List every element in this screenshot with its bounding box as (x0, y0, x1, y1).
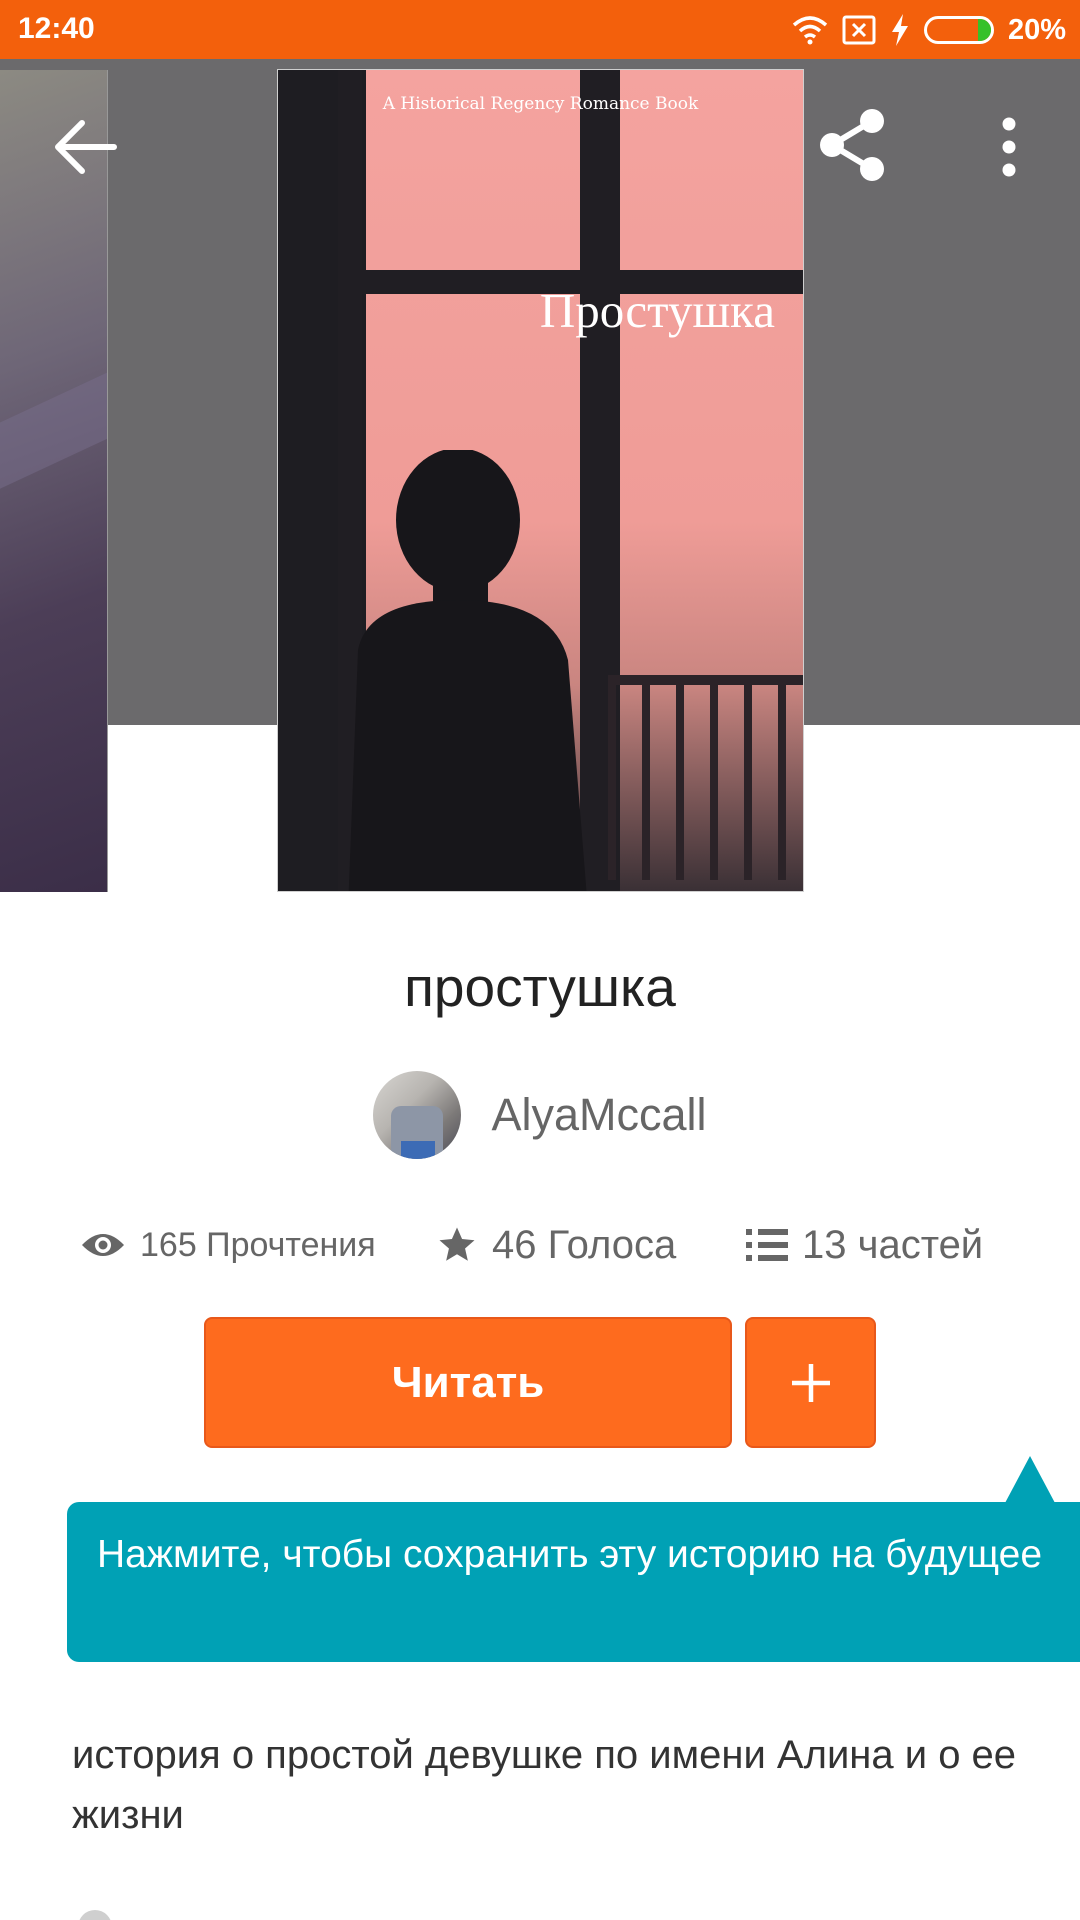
back-arrow-icon[interactable] (50, 112, 120, 182)
cover-title: Простушка (539, 283, 775, 338)
no-sim-icon (842, 15, 876, 45)
plus-icon (791, 1363, 830, 1402)
battery-percent: 20% (1007, 13, 1066, 46)
cover-tagline: A Historical Regency Romance Book (382, 94, 699, 114)
previous-story-cover[interactable] (0, 70, 108, 892)
story-cover[interactable]: A Historical Regency Romance Book Просту… (277, 69, 804, 892)
author-avatar[interactable] (373, 1071, 462, 1159)
add-to-library-button[interactable] (745, 1317, 876, 1448)
avatar-figure (401, 1141, 436, 1159)
battery-icon (923, 16, 994, 44)
author-row[interactable]: AlyaMccall (0, 1070, 1080, 1160)
votes-stat: 46 Голоса (436, 1210, 676, 1280)
tooltip-pointer (1005, 1456, 1055, 1503)
status-bar: 12:40 20% (0, 0, 1080, 59)
save-story-tooltip[interactable]: Нажмите, чтобы сохранить эту историю на … (67, 1502, 1080, 1662)
charging-icon (891, 14, 908, 46)
parts-count: 13 частей (802, 1222, 984, 1267)
share-icon[interactable] (812, 105, 892, 185)
cover-decoration (0, 366, 107, 494)
list-icon (746, 1229, 788, 1261)
story-title: простушка (404, 956, 676, 1018)
author-name[interactable]: AlyaMccall (491, 1089, 706, 1141)
story-description: история о простой девушке по имени Алина… (72, 1733, 1017, 1837)
status-icons: 20% (792, 10, 1066, 50)
cover-silhouette-icon (348, 450, 587, 891)
reads-count: 165 Прочтения (140, 1225, 376, 1264)
status-time: 12:40 (18, 12, 95, 45)
cover-balcony-rail (608, 680, 803, 880)
read-button[interactable]: Читать (204, 1317, 732, 1448)
star-icon (439, 1227, 475, 1261)
parts-stat: 13 частей (746, 1210, 983, 1280)
tag-icon (78, 1910, 112, 1920)
wifi-icon (792, 16, 828, 45)
eye-icon (82, 1234, 124, 1256)
votes-count: 46 Голоса (492, 1222, 677, 1267)
story-stats: 165 Прочтения 46 Голоса 13 частей (0, 1210, 1080, 1280)
more-vertical-icon[interactable] (984, 112, 1034, 182)
battery-level (978, 19, 991, 41)
reads-stat: 165 Прочтения (80, 1210, 376, 1280)
